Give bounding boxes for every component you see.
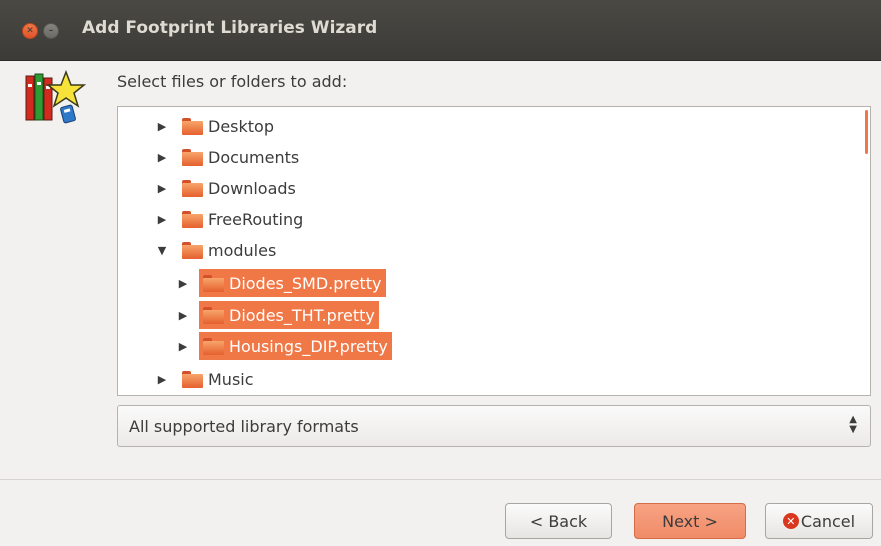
library-books-star-icon bbox=[25, 70, 86, 124]
tree-row-housings-dip[interactable]: ▶ Housings_DIP.pretty bbox=[175, 332, 392, 360]
tree-row-freerouting[interactable]: ▶ FreeRouting bbox=[154, 205, 304, 233]
tree-row-label: Desktop bbox=[208, 116, 274, 136]
tree-row-music[interactable]: ▶ Music bbox=[154, 365, 254, 393]
folder-icon bbox=[182, 210, 203, 228]
folder-icon bbox=[182, 370, 203, 388]
file-type-filter-select[interactable]: All supported library formats ▲ ▼ bbox=[117, 405, 871, 447]
next-button-label: Next > bbox=[662, 511, 718, 531]
tree-row-label: FreeRouting bbox=[208, 209, 304, 229]
tree-row-downloads[interactable]: ▶ Downloads bbox=[154, 174, 296, 202]
cancel-button-label: Cancel bbox=[800, 511, 856, 531]
folder-icon bbox=[203, 337, 224, 355]
expand-arrow-icon[interactable]: ▶ bbox=[154, 213, 170, 226]
expand-arrow-icon[interactable]: ▶ bbox=[154, 120, 170, 133]
folder-icon bbox=[182, 117, 203, 135]
prompt-label: Select files or folders to add: bbox=[117, 72, 348, 91]
cancel-circle-icon: ✕ bbox=[782, 513, 799, 529]
expand-arrow-icon[interactable]: ▶ bbox=[175, 340, 191, 353]
tree-row-modules[interactable]: ▼ modules bbox=[154, 236, 277, 264]
next-button[interactable]: Next > bbox=[634, 503, 746, 539]
tree-row-diodes-smd[interactable]: ▶ Diodes_SMD.pretty bbox=[175, 269, 386, 297]
close-window-button[interactable]: ✕ bbox=[22, 23, 38, 39]
title-bar: ✕ – Add Footprint Libraries Wizard bbox=[0, 0, 881, 61]
tree-row-label: Documents bbox=[208, 147, 300, 167]
scrollbar-thumb[interactable] bbox=[865, 110, 868, 154]
minimize-icon: – bbox=[48, 25, 54, 36]
tree-row-label: Housings_DIP.pretty bbox=[229, 336, 388, 356]
folder-icon bbox=[182, 148, 203, 166]
tree-row-desktop[interactable]: ▶ Desktop bbox=[154, 112, 274, 140]
tree-row-label: Diodes_THT.pretty bbox=[229, 305, 375, 325]
tree-row-label: modules bbox=[208, 240, 277, 260]
back-button[interactable]: < Back bbox=[505, 503, 612, 539]
tree-row-label: Diodes_SMD.pretty bbox=[229, 273, 382, 293]
filter-value: All supported library formats bbox=[129, 417, 359, 436]
tree-row-diodes-tht[interactable]: ▶ Diodes_THT.pretty bbox=[175, 301, 379, 329]
tree-row-documents[interactable]: ▶ Documents bbox=[154, 143, 299, 171]
back-button-label: < Back bbox=[529, 511, 588, 531]
divider bbox=[0, 479, 881, 480]
close-icon: ✕ bbox=[26, 25, 34, 36]
expand-arrow-icon[interactable]: ▶ bbox=[175, 309, 191, 322]
expand-arrow-icon[interactable]: ▶ bbox=[154, 373, 170, 386]
chevron-down-icon: ▼ bbox=[849, 424, 857, 435]
tree-row-label: Music bbox=[208, 369, 254, 389]
expand-arrow-icon[interactable]: ▶ bbox=[154, 182, 170, 195]
expand-arrow-icon[interactable]: ▶ bbox=[154, 151, 170, 164]
tree-row-label: Downloads bbox=[208, 178, 296, 198]
cancel-button[interactable]: ✕ Cancel bbox=[765, 503, 873, 539]
folder-icon bbox=[182, 241, 203, 259]
file-tree[interactable]: ▶ Desktop ▶ Documents ▶ Downloads ▶ Free… bbox=[117, 106, 871, 396]
folder-icon bbox=[203, 274, 224, 292]
folder-icon bbox=[203, 306, 224, 324]
spinner-arrows-icon[interactable]: ▲ ▼ bbox=[849, 415, 857, 435]
collapse-arrow-icon[interactable]: ▼ bbox=[154, 244, 170, 257]
minimize-window-button[interactable]: – bbox=[43, 23, 59, 39]
window-title: Add Footprint Libraries Wizard bbox=[82, 18, 378, 38]
folder-icon bbox=[182, 179, 203, 197]
expand-arrow-icon[interactable]: ▶ bbox=[175, 277, 191, 290]
